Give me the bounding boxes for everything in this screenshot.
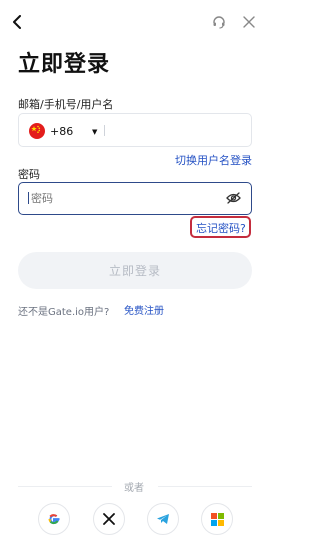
password-input[interactable] <box>31 189 211 207</box>
toggle-password-visibility-button[interactable] <box>225 190 241 206</box>
text-cursor <box>28 192 29 204</box>
microsoft-login-button[interactable] <box>201 503 233 535</box>
divider-text: 或者 <box>124 483 144 494</box>
field-divider <box>104 125 105 136</box>
register-link[interactable]: 免费注册 <box>124 302 164 317</box>
divider-right <box>158 486 252 487</box>
account-label: 邮箱/手机号/用户名 <box>18 98 114 111</box>
password-label: 密码 <box>18 168 40 181</box>
china-flag-icon[interactable] <box>29 123 45 139</box>
microsoft-icon <box>210 512 224 526</box>
account-input[interactable] <box>111 121 241 139</box>
x-icon <box>103 513 115 525</box>
telegram-login-button[interactable] <box>147 503 179 535</box>
forgot-password-link[interactable]: 忘记密码? <box>196 220 246 236</box>
google-icon <box>48 514 60 525</box>
telegram-icon <box>157 514 169 524</box>
close-icon <box>243 16 255 28</box>
register-prompt: 还不是Gate.io用户? <box>18 307 110 318</box>
account-field[interactable]: +86 ▼ <box>18 113 252 147</box>
google-login-button[interactable] <box>38 503 70 535</box>
caret-down-icon[interactable]: ▼ <box>92 128 97 136</box>
login-button[interactable]: 立即登录 <box>18 252 252 289</box>
x-login-button[interactable] <box>93 503 125 535</box>
page-title: 立即登录 <box>18 52 111 77</box>
headset-icon <box>213 16 225 29</box>
switch-username-login-link[interactable]: 切换用户名登录 <box>175 152 252 168</box>
close-button[interactable] <box>240 13 258 31</box>
divider-left <box>18 486 112 487</box>
country-code[interactable]: +86 <box>50 125 73 138</box>
support-button[interactable] <box>210 13 228 31</box>
eye-off-icon <box>225 192 241 204</box>
chevron-left-icon <box>13 15 21 29</box>
back-button[interactable] <box>8 13 26 31</box>
password-field[interactable] <box>18 182 252 215</box>
